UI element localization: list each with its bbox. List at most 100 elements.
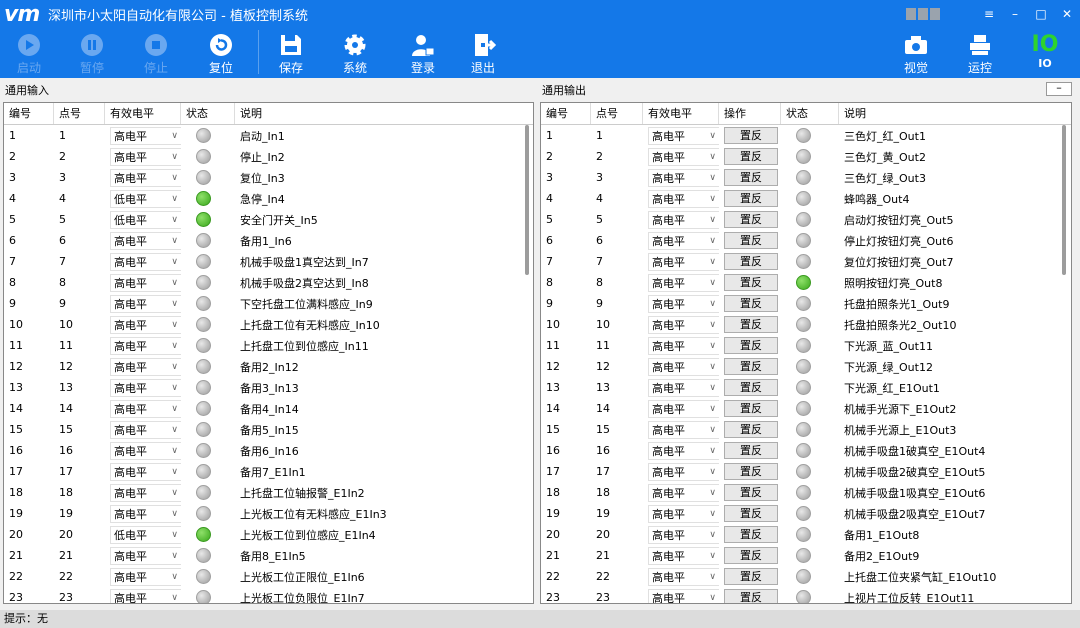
table-row[interactable]: 13 13 高电平 ∨ 置反 下光源_红_E1Out1: [541, 377, 1071, 398]
level-select[interactable]: 高电平 ∨: [648, 189, 719, 208]
table-row[interactable]: 18 18 高电平 ∨ 置反 机械手吸盘1吸真空_E1Out6: [541, 482, 1071, 503]
input-scrollbar[interactable]: [525, 125, 529, 275]
flip-button[interactable]: 置反: [724, 295, 778, 312]
save-button[interactable]: 保存: [266, 30, 316, 76]
flip-button[interactable]: 置反: [724, 127, 778, 144]
level-select[interactable]: 高电平 ∨: [648, 546, 719, 565]
level-select[interactable]: 高电平 ∨: [110, 336, 181, 355]
table-row[interactable]: 3 3 高电平 ∨ 置反 三色灯_绿_Out3: [541, 167, 1071, 188]
level-select[interactable]: 高电平 ∨: [648, 294, 719, 313]
table-row[interactable]: 8 8 高电平 ∨ 机械手吸盘2真空达到_In8: [4, 272, 533, 293]
level-select[interactable]: 高电平 ∨: [648, 168, 719, 187]
level-select[interactable]: 低电平 ∨: [110, 525, 181, 544]
level-select[interactable]: 高电平 ∨: [648, 231, 719, 250]
table-row[interactable]: 14 14 高电平 ∨ 置反 机械手光源下_E1Out2: [541, 398, 1071, 419]
level-select[interactable]: 低电平 ∨: [110, 189, 181, 208]
level-select[interactable]: 高电平 ∨: [648, 147, 719, 166]
table-row[interactable]: 4 4 高电平 ∨ 置反 蜂鸣器_Out4: [541, 188, 1071, 209]
table-row[interactable]: 6 6 高电平 ∨ 备用1_In6: [4, 230, 533, 251]
level-select[interactable]: 高电平 ∨: [648, 420, 719, 439]
table-row[interactable]: 7 7 高电平 ∨ 置反 复位灯按钮灯亮_Out7: [541, 251, 1071, 272]
level-select[interactable]: 高电平 ∨: [110, 483, 181, 502]
table-row[interactable]: 4 4 低电平 ∨ 急停_In4: [4, 188, 533, 209]
table-row[interactable]: 17 17 高电平 ∨ 备用7_E1In1: [4, 461, 533, 482]
level-select[interactable]: 高电平 ∨: [110, 294, 181, 313]
flip-button[interactable]: 置反: [724, 169, 778, 186]
table-row[interactable]: 23 23 高电平 ∨ 上光板工位负限位_E1In7: [4, 587, 533, 603]
vision-button[interactable]: 视觉: [891, 30, 941, 76]
table-row[interactable]: 3 3 高电平 ∨ 复位_In3: [4, 167, 533, 188]
level-select[interactable]: 高电平 ∨: [648, 252, 719, 271]
level-select[interactable]: 高电平 ∨: [648, 273, 719, 292]
flip-button[interactable]: 置反: [724, 400, 778, 417]
flip-button[interactable]: 置反: [724, 190, 778, 207]
level-select[interactable]: 高电平 ∨: [110, 399, 181, 418]
flip-button[interactable]: 置反: [724, 484, 778, 501]
level-select[interactable]: 高电平 ∨: [110, 504, 181, 523]
level-select[interactable]: 高电平 ∨: [648, 441, 719, 460]
login-button[interactable]: 登录: [398, 30, 448, 76]
table-row[interactable]: 8 8 高电平 ∨ 置反 照明按钮灯亮_Out8: [541, 272, 1071, 293]
pause-button[interactable]: 暂停: [67, 30, 117, 76]
level-select[interactable]: 高电平 ∨: [110, 126, 181, 145]
level-select[interactable]: 高电平 ∨: [648, 567, 719, 586]
level-select[interactable]: 高电平 ∨: [110, 273, 181, 292]
collapse-button[interactable]: –: [1046, 82, 1072, 96]
level-select[interactable]: 高电平 ∨: [110, 546, 181, 565]
level-select[interactable]: 高电平 ∨: [110, 168, 181, 187]
table-row[interactable]: 1 1 高电平 ∨ 启动_In1: [4, 125, 533, 146]
flip-button[interactable]: 置反: [724, 421, 778, 438]
motion-button[interactable]: 运控: [955, 30, 1005, 76]
flip-button[interactable]: 置反: [724, 148, 778, 165]
exit-button[interactable]: 退出: [458, 30, 508, 76]
flip-button[interactable]: 置反: [724, 568, 778, 585]
level-select[interactable]: 高电平 ∨: [110, 231, 181, 250]
table-row[interactable]: 15 15 高电平 ∨ 置反 机械手光源上_E1Out3: [541, 419, 1071, 440]
table-row[interactable]: 22 22 高电平 ∨ 置反 上托盘工位夹紧气缸_E1Out10: [541, 566, 1071, 587]
level-select[interactable]: 高电平 ∨: [110, 378, 181, 397]
stop-button[interactable]: 停止: [131, 30, 181, 76]
maximize-button[interactable]: □: [1028, 7, 1054, 21]
level-select[interactable]: 高电平 ∨: [110, 147, 181, 166]
table-row[interactable]: 5 5 低电平 ∨ 安全门开关_In5: [4, 209, 533, 230]
table-row[interactable]: 19 19 高电平 ∨ 上光板工位有无料感应_E1In3: [4, 503, 533, 524]
level-select[interactable]: 高电平 ∨: [110, 441, 181, 460]
minimize-button[interactable]: –: [1002, 7, 1028, 21]
table-row[interactable]: 15 15 高电平 ∨ 备用5_In15: [4, 419, 533, 440]
flip-button[interactable]: 置反: [724, 547, 778, 564]
level-select[interactable]: 高电平 ∨: [648, 315, 719, 334]
table-row[interactable]: 6 6 高电平 ∨ 置反 停止灯按钮灯亮_Out6: [541, 230, 1071, 251]
flip-button[interactable]: 置反: [724, 442, 778, 459]
table-row[interactable]: 20 20 低电平 ∨ 上光板工位到位感应_E1In4: [4, 524, 533, 545]
flip-button[interactable]: 置反: [724, 526, 778, 543]
level-select[interactable]: 高电平 ∨: [648, 336, 719, 355]
flip-button[interactable]: 置反: [724, 211, 778, 228]
level-select[interactable]: 高电平 ∨: [648, 378, 719, 397]
table-row[interactable]: 11 11 高电平 ∨ 置反 下光源_蓝_Out11: [541, 335, 1071, 356]
level-select[interactable]: 高电平 ∨: [110, 462, 181, 481]
level-select[interactable]: 高电平 ∨: [110, 357, 181, 376]
level-select[interactable]: 高电平 ∨: [110, 588, 181, 603]
level-select[interactable]: 高电平 ∨: [648, 210, 719, 229]
table-row[interactable]: 23 23 高电平 ∨ 置反 上视片工位反转_E1Out11: [541, 587, 1071, 603]
table-row[interactable]: 11 11 高电平 ∨ 上托盘工位到位感应_In11: [4, 335, 533, 356]
table-row[interactable]: 16 16 高电平 ∨ 备用6_In16: [4, 440, 533, 461]
table-row[interactable]: 16 16 高电平 ∨ 置反 机械手吸盘1破真空_E1Out4: [541, 440, 1071, 461]
level-select[interactable]: 高电平 ∨: [648, 399, 719, 418]
level-select[interactable]: 高电平 ∨: [648, 462, 719, 481]
table-row[interactable]: 17 17 高电平 ∨ 置反 机械手吸盘2破真空_E1Out5: [541, 461, 1071, 482]
menu-icon[interactable]: ≡: [976, 7, 1002, 21]
table-row[interactable]: 9 9 高电平 ∨ 下空托盘工位满料感应_In9: [4, 293, 533, 314]
flip-button[interactable]: 置反: [724, 316, 778, 333]
level-select[interactable]: 高电平 ∨: [648, 357, 719, 376]
table-row[interactable]: 7 7 高电平 ∨ 机械手吸盘1真空达到_In7: [4, 251, 533, 272]
flip-button[interactable]: 置反: [724, 253, 778, 270]
level-select[interactable]: 高电平 ∨: [648, 483, 719, 502]
level-select[interactable]: 高电平 ∨: [110, 420, 181, 439]
flip-button[interactable]: 置反: [724, 337, 778, 354]
level-select[interactable]: 低电平 ∨: [110, 210, 181, 229]
table-row[interactable]: 10 10 高电平 ∨ 置反 托盘拍照条光2_Out10: [541, 314, 1071, 335]
io-button[interactable]: IO IO: [1020, 30, 1070, 70]
table-row[interactable]: 5 5 高电平 ∨ 置反 启动灯按钮灯亮_Out5: [541, 209, 1071, 230]
table-row[interactable]: 21 21 高电平 ∨ 置反 备用2_E1Out9: [541, 545, 1071, 566]
